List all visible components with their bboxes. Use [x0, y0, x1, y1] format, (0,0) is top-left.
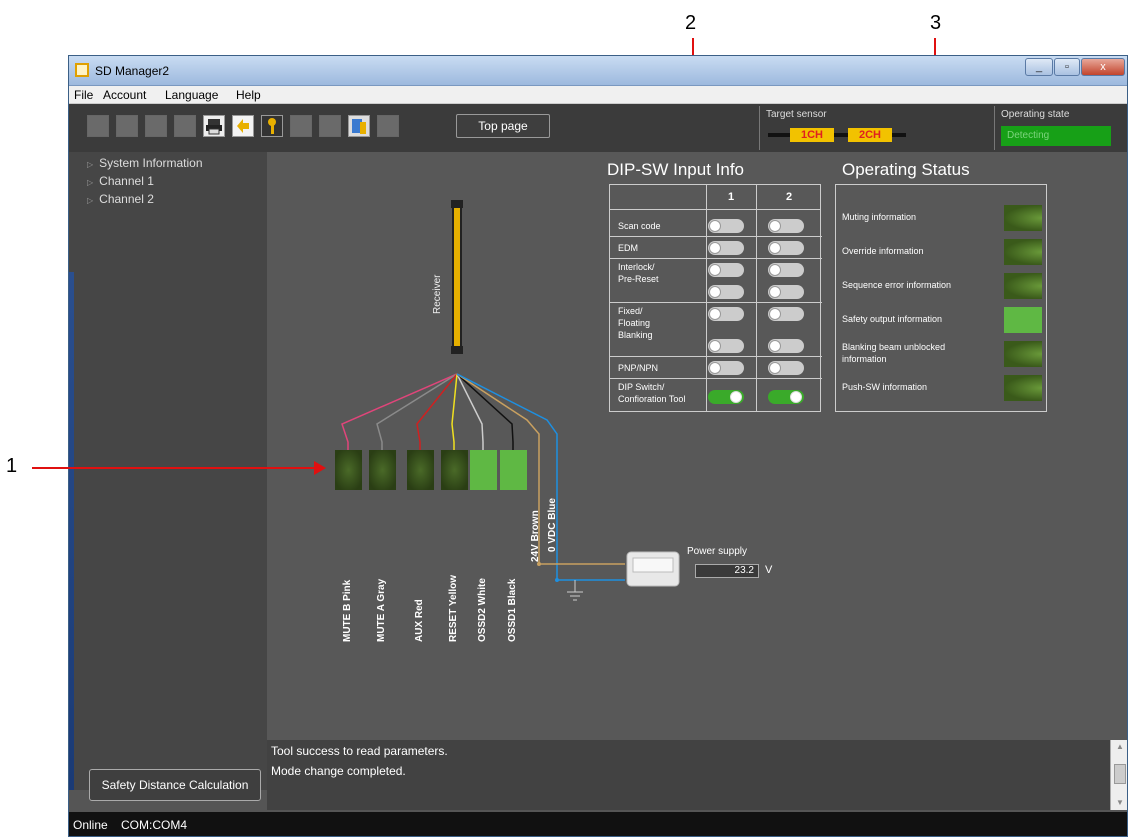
- terminal-indicator: [441, 450, 468, 490]
- terminal-indicator: [335, 450, 362, 490]
- status-bar: Online COM:COM4: [69, 812, 1127, 836]
- expand-arrow-icon: ▷: [87, 178, 94, 187]
- operating-state-value: Detecting: [1001, 126, 1111, 146]
- write-device-icon[interactable]: [377, 115, 399, 137]
- key-icon-glyph: [268, 118, 276, 134]
- power-supply-body: [632, 557, 674, 573]
- sidebar: ▷ System Information ▷ Channel 1 ▷ Channel …: [69, 152, 267, 790]
- ch2-badge[interactable]: 2CH: [848, 128, 892, 142]
- scroll-up-icon[interactable]: ▲: [1116, 742, 1124, 751]
- print-icon[interactable]: [203, 115, 225, 137]
- ch2-bar-right: [892, 133, 906, 137]
- receiver-cap-top: [451, 200, 463, 208]
- terminal-indicator: [407, 450, 434, 490]
- top-page-button[interactable]: Top page: [456, 114, 550, 138]
- menu-language[interactable]: Language: [165, 88, 218, 102]
- main-panel: DIP-SW Input Info 1 2 Scan code EDM Interl…: [267, 152, 1127, 740]
- menu-file[interactable]: File: [74, 88, 93, 102]
- log-line: Tool success to read parameters.: [271, 744, 448, 758]
- tree-item-channel-2[interactable]: ▷ Channel 2: [87, 192, 154, 206]
- window-title: SD Manager2: [95, 64, 170, 78]
- power-wire-label-brown: 24V Brown: [530, 510, 541, 562]
- expand-arrow-icon: ▷: [87, 196, 94, 205]
- maximize-button[interactable]: ▫: [1054, 58, 1080, 76]
- connect-icon-glyph: [237, 119, 249, 133]
- safety-distance-calculation-button[interactable]: Safety Distance Calculation: [89, 769, 261, 801]
- terminal-indicator: [369, 450, 396, 490]
- junction-blue: [555, 578, 559, 582]
- minimize-button[interactable]: _: [1025, 58, 1053, 76]
- connection-state: Online: [73, 818, 108, 832]
- close-button[interactable]: x: [1081, 58, 1125, 76]
- lock-icon[interactable]: [290, 115, 312, 137]
- terminal-indicator: [470, 450, 497, 490]
- menu-bar: File Account Language Help: [69, 86, 1127, 104]
- target-sensor-panel: Target sensor 1CH 2CH: [759, 106, 989, 150]
- log-line: Mode change completed.: [271, 764, 406, 778]
- ch1-badge[interactable]: 1CH: [790, 128, 834, 142]
- read-device-icon[interactable]: [348, 115, 370, 137]
- print-icon-glyph: [206, 119, 222, 135]
- terminal-wire: [451, 373, 458, 450]
- power-wire-label-blue: 0 VDC Blue: [547, 498, 558, 552]
- save-file-icon[interactable]: [145, 115, 167, 137]
- receiver-label: Receiver: [432, 274, 443, 314]
- operating-state-label: Operating state: [1001, 109, 1070, 120]
- receiver-sensor-icon: [452, 201, 462, 353]
- tree-item-system-information[interactable]: ▷ System Information: [87, 156, 203, 170]
- compare-icon[interactable]: [174, 115, 196, 137]
- tree-item-channel-1[interactable]: ▷ Channel 1: [87, 174, 154, 188]
- scroll-down-icon[interactable]: ▼: [1116, 798, 1124, 807]
- tree-item-label: Channel 2: [99, 192, 154, 206]
- monitor-icon[interactable]: [319, 115, 341, 137]
- junction-brown: [537, 562, 541, 566]
- target-sensor-label: Target sensor: [766, 109, 827, 120]
- com-port: COM:COM4: [121, 818, 187, 832]
- terminal-wire: [376, 373, 458, 450]
- terminal-label: RESET Yellow: [448, 574, 459, 642]
- voltage-readout: 23.2: [695, 564, 759, 578]
- terminal-indicator: [500, 450, 527, 490]
- sidebar-accent: [69, 272, 74, 790]
- key-icon[interactable]: [261, 115, 283, 137]
- tree-item-label: System Information: [99, 156, 203, 170]
- terminal-label: OSSD2 White: [477, 578, 488, 642]
- tree-item-label: Channel 1: [99, 174, 154, 188]
- app-window: SD Manager2 _ ▫ x File Account Language …: [68, 55, 1128, 837]
- ch-bar-middle: [834, 133, 848, 137]
- scroll-thumb[interactable]: [1114, 764, 1126, 784]
- toolbar: Top page Target sensor 1CH 2CH Operating…: [69, 104, 1127, 152]
- connect-icon[interactable]: [232, 115, 254, 137]
- ch1-bar-left: [768, 133, 790, 137]
- receiver-cap-bottom: [451, 346, 463, 354]
- app-icon: [75, 63, 89, 77]
- terminal-wire: [416, 373, 458, 450]
- message-log: Tool success to read parameters. Mode ch…: [267, 740, 1127, 810]
- menu-help[interactable]: Help: [236, 88, 261, 102]
- wiring-diagram: [341, 200, 680, 601]
- menu-account[interactable]: Account: [103, 88, 146, 102]
- new-file-icon[interactable]: [87, 115, 109, 137]
- terminal-wire: [456, 373, 514, 450]
- terminal-label: AUX Red: [414, 599, 425, 642]
- terminal-label: MUTE A Gray: [376, 578, 387, 642]
- screenshot-page: 2 3 1 SD Manager2 _ ▫ x File Account Lan…: [0, 0, 1128, 837]
- read-device-icon-glyph: [352, 119, 366, 134]
- expand-arrow-icon: ▷: [87, 160, 94, 169]
- voltage-unit: V: [765, 564, 773, 576]
- terminal-label: MUTE B Pink: [342, 579, 353, 642]
- terminal-label: OSSD1 Black: [507, 578, 518, 642]
- power-supply-label: Power supply: [687, 546, 748, 557]
- operating-state-panel: Operating state Detecting: [994, 106, 1127, 150]
- log-scrollbar[interactable]: ▲ ▼: [1110, 740, 1127, 810]
- open-file-icon[interactable]: [116, 115, 138, 137]
- title-bar: SD Manager2 _ ▫ x: [69, 56, 1127, 86]
